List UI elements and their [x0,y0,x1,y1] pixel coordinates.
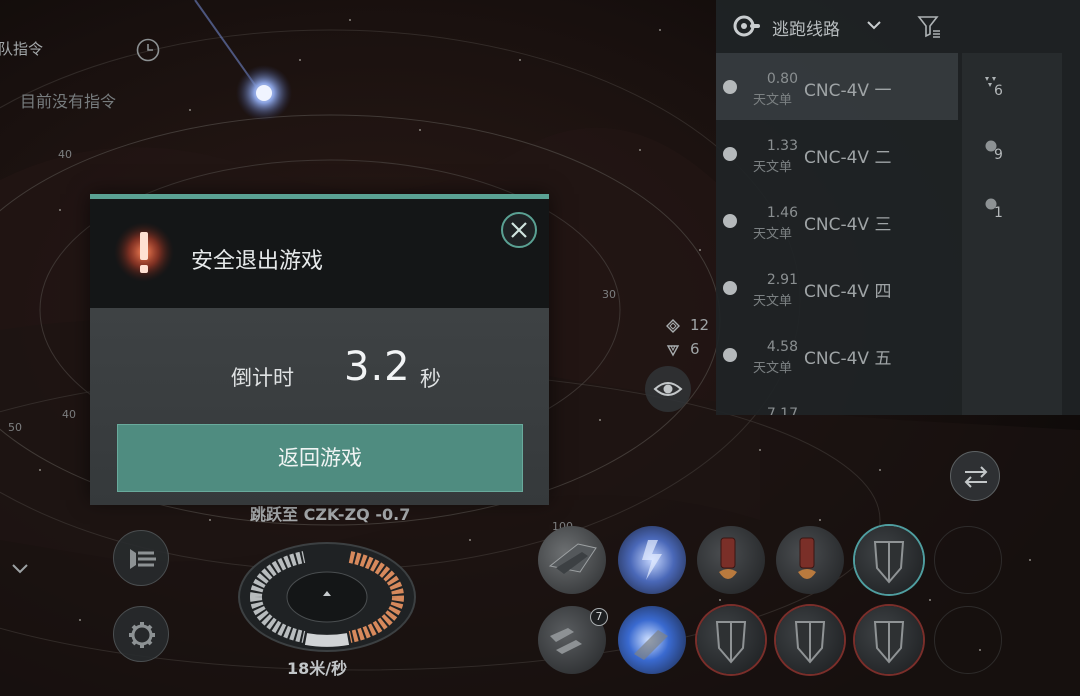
ring-distance-label: 40 [62,408,76,421]
moon-count-item[interactable]: 1 [976,193,1036,223]
moon-count: 1 [994,205,1003,221]
missile-module-slot[interactable] [697,526,765,594]
afterburner-module-slot[interactable] [618,606,686,674]
route-row[interactable]: 7.17 [716,388,958,416]
structure-count: 12 [690,316,710,334]
speed-control-dial[interactable] [234,541,420,659]
armor-icon [794,621,826,664]
shield-icon [873,541,905,584]
swap-arrows-icon [964,466,988,488]
route-row[interactable]: 0.80 天文单 CNC-4V 一 [716,53,958,120]
empty-module-slot[interactable] [934,606,1002,674]
route-distance: 1.33 [766,138,798,154]
route-destination: CNC-4V 一 [804,81,892,101]
route-distance: 7.17 [766,406,798,416]
shield-module-slot[interactable] [855,526,923,594]
route-destination: CNC-4V 五 [804,349,892,369]
warning-icon [114,222,174,282]
drone-module-slot[interactable] [538,526,606,594]
route-filter-counts: 6 9 1 [962,53,1062,415]
close-icon[interactable] [500,211,538,249]
empty-module-slot[interactable] [934,526,1002,594]
route-distance-unit: 天文单 [753,361,793,376]
route-row[interactable]: 2.91 天文单 CNC-4V 四 [716,254,958,321]
route-toggle-icon[interactable] [732,13,760,39]
electric-module-slot[interactable] [618,526,686,594]
drone-group-slot[interactable]: 7 [538,606,608,674]
route-distance-unit: 天文单 [753,227,793,242]
missile-icon [798,537,816,579]
route-distance: 4.58 [766,339,798,355]
route-row[interactable]: 1.33 天文单 CNC-4V 二 [716,120,958,187]
countdown-value: 3.2 [344,344,411,390]
chevron-down-icon[interactable] [8,556,32,580]
ring-distance-label: 30 [602,288,616,301]
route-distance: 1.46 [766,205,798,221]
armor-module-slot[interactable] [776,606,844,674]
gear-icon [129,622,155,648]
countdown-unit: 秒 [420,367,441,391]
thruster-icon [634,630,668,660]
armor-module-slot[interactable] [855,606,923,674]
route-dot [723,348,737,362]
route-panel-header: 逃跑线路 [716,0,1080,52]
fleet-orders-label[interactable]: 队指令 [0,38,43,59]
filter-icon[interactable] [916,13,942,39]
autopilot-button[interactable] [113,530,169,586]
no-orders-text: 目前没有指令 [20,92,117,111]
route-destination: CNC-4V 二 [804,148,892,168]
route-distance-unit: 天文单 [753,93,793,108]
clock-icon[interactable] [135,37,161,63]
dialog-body: 倒计时 3.2 秒 返回游戏 [90,308,549,505]
return-to-game-button[interactable]: 返回游戏 [117,424,523,492]
eye-icon [653,382,683,396]
armor-icon [873,621,905,664]
fleet-formation-icon [130,549,156,569]
drone-count-badge: 7 [590,608,608,626]
ring-distance-label: 40 [58,148,72,161]
route-type-select[interactable]: 逃跑线路 [772,15,840,40]
route-distance-unit: 天文单 [753,294,793,309]
armor-module-slot[interactable] [697,606,765,674]
ship-count: 6 [690,340,700,358]
map-object-counters: 12 6 [666,316,716,360]
missile-module-slot[interactable] [776,526,844,594]
chevron-down-icon[interactable] [866,18,882,32]
settings-button[interactable] [113,606,169,662]
route-dot [723,281,737,295]
route-dot [723,80,737,94]
speed-readout: 18米/秒 [287,659,348,678]
planet-count-item[interactable]: 9 [976,135,1036,165]
dialog-title: 安全退出游戏 [191,249,324,274]
lightning-icon [642,540,662,580]
route-destination: CNC-4V 三 [804,215,892,235]
visibility-toggle[interactable] [645,366,691,412]
ship-icon [666,345,680,357]
ring-distance-label: 50 [8,421,22,434]
route-distance: 0.80 [766,71,798,87]
structure-icon [666,319,680,333]
armor-icon [715,621,747,664]
safe-logout-dialog: 安全退出游戏 倒计时 3.2 秒 返回游戏 [90,194,549,505]
dialog-header: 安全退出游戏 [90,199,549,308]
ship-count-item[interactable]: 6 [976,71,1036,101]
route-destination: CNC-4V 四 [804,282,892,302]
route-list[interactable]: 0.80 天文单 CNC-4V 一 1.33 天文单 CNC-4V 二 1.46… [716,53,958,415]
swap-button[interactable] [950,451,1000,501]
ship-count: 6 [994,83,1003,99]
route-distance-unit: 天文单 [753,160,793,175]
missile-icon [719,537,737,579]
route-row[interactable]: 4.58 天文单 CNC-4V 五 [716,321,958,388]
ship-counter[interactable]: 6 [666,340,716,360]
route-row[interactable]: 1.46 天文单 CNC-4V 三 [716,187,958,254]
route-dot [723,147,737,161]
drone-module-icon [548,543,597,574]
planet-count: 9 [994,147,1003,163]
countdown-label: 倒计时 [231,366,294,390]
escape-route-panel: 逃跑线路 0.80 天文单 CNC-4V 一 1.33 天文单 CNC-4V 二… [716,0,1080,415]
route-dot [723,214,737,228]
structure-counter[interactable]: 12 [666,316,716,336]
route-distance: 2.91 [766,272,798,288]
